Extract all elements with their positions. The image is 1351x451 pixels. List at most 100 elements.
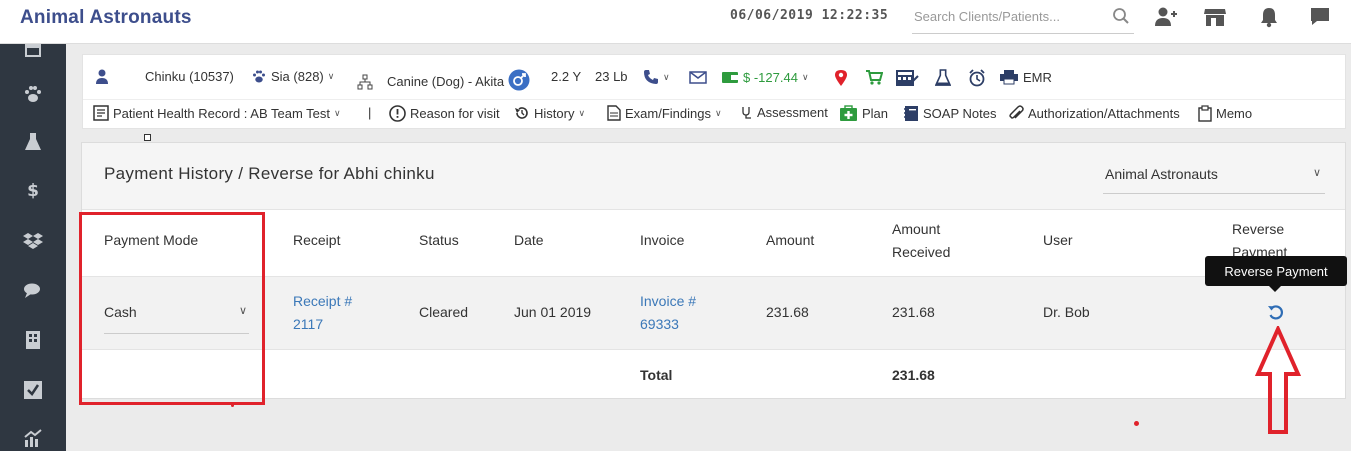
phone-menu[interactable]: ∨ — [643, 69, 670, 85]
patient-summary-row: Chinku (10537) Sia (828) ∨ Canine (Dog) … — [83, 63, 1345, 91]
building-icon[interactable] — [20, 327, 46, 353]
attachments-label: Authorization/Attachments — [1028, 106, 1180, 121]
divider — [82, 349, 1345, 350]
bell-icon[interactable] — [1256, 4, 1282, 30]
species-label: Canine (Dog) - Akita — [387, 74, 505, 89]
col-amount-received-line2: Received — [892, 244, 951, 260]
account-balance: $ -127.44 — [743, 69, 798, 85]
nav-separator: | — [368, 105, 372, 120]
reason-label: Reason for visit — [410, 106, 500, 121]
invoice-link-line1: Invoice # — [640, 293, 697, 309]
pet-weight: 23 Lb — [595, 69, 628, 84]
history-menu[interactable]: History ∨ — [514, 105, 585, 121]
cart-icon[interactable] — [865, 69, 883, 85]
status-cell: Cleared — [419, 304, 469, 320]
total-value: 231.68 — [892, 367, 935, 383]
soap-notes-button[interactable]: SOAP Notes — [903, 105, 996, 122]
phr-selector[interactable]: Patient Health Record : AB Team Test ∨ — [93, 105, 341, 121]
exam-label: Exam/Findings — [625, 105, 711, 121]
user-cell: Dr. Bob — [1043, 304, 1090, 320]
receipt-link-line1: Receipt # — [293, 293, 353, 309]
invoice-link-line2: 69333 — [640, 316, 679, 332]
medkit-icon — [840, 105, 857, 121]
memo-button[interactable]: Memo — [1198, 105, 1252, 122]
paw-icon[interactable] — [20, 81, 46, 107]
receipt-link[interactable]: Receipt # 2117 — [293, 290, 352, 336]
phr-label: Patient Health Record : AB Team Test — [113, 105, 331, 121]
search-box — [912, 2, 1134, 34]
comments-icon[interactable] — [20, 278, 46, 304]
chevron-down-icon: ∨ — [663, 71, 670, 82]
chevron-down-icon: ∨ — [714, 107, 722, 118]
info-circle-icon — [389, 105, 406, 122]
email-icon[interactable] — [689, 69, 707, 85]
col-invoice: Invoice — [640, 232, 685, 248]
add-user-icon[interactable] — [1153, 4, 1179, 30]
stethoscope-icon — [742, 106, 751, 119]
payment-history-panel: Payment History / Reverse for Abhi chink… — [81, 142, 1346, 399]
chart-icon[interactable] — [20, 425, 46, 451]
search-input[interactable] — [912, 2, 1102, 30]
col-receipt: Receipt — [293, 232, 341, 248]
lab-flask-icon[interactable] — [935, 69, 951, 87]
sitemap-icon — [357, 74, 373, 89]
left-sidebar: $ — [0, 44, 66, 451]
reverse-payment-tooltip: Reverse Payment — [1205, 256, 1347, 292]
panel-header: Payment History / Reverse for Abhi chink… — [82, 143, 1345, 210]
calendar-icon[interactable] — [20, 36, 46, 62]
species-info: Canine (Dog) - Akita — [357, 69, 530, 94]
paw-icon — [253, 70, 265, 83]
dollar-icon[interactable]: $ — [20, 178, 46, 204]
exam-findings-menu[interactable]: Exam/Findings ∨ — [607, 105, 722, 121]
receipt-link-line2: 2117 — [293, 316, 324, 332]
assessment-button[interactable]: Assessment — [741, 105, 828, 120]
history-label: History — [534, 105, 575, 121]
col-amount: Amount — [766, 232, 815, 248]
chat-icon[interactable] — [1307, 4, 1333, 30]
clipboard-icon — [1198, 105, 1212, 122]
balance-menu[interactable]: $ -127.44 ∨ — [721, 69, 809, 85]
record-nav-row: Patient Health Record : AB Team Test ∨ |… — [83, 99, 1345, 127]
pet-selector[interactable]: Sia (828) ∨ — [251, 69, 334, 84]
highlight-box — [79, 212, 265, 405]
flask-icon[interactable] — [20, 129, 46, 155]
annotation-dot — [1134, 421, 1139, 426]
attachments-button[interactable]: Authorization/Attachments — [1008, 105, 1180, 122]
dropbox-icon[interactable] — [20, 228, 46, 254]
checkbox-icon[interactable] — [20, 377, 46, 403]
clinic-select[interactable]: Animal Astronauts ∨ — [1103, 156, 1325, 194]
memo-label: Memo — [1216, 106, 1253, 121]
chevron-down-icon: ∨ — [1312, 167, 1321, 179]
col-date: Date — [514, 232, 544, 248]
reverse-payment-button[interactable] — [1266, 303, 1286, 323]
search-icon[interactable] — [1112, 7, 1130, 25]
emr-print-button[interactable]: EMR — [999, 69, 1052, 85]
amount-cell: 231.68 — [766, 304, 809, 320]
app-title[interactable]: Animal Astronauts — [20, 7, 192, 29]
reason-for-visit-button[interactable]: Reason for visit — [389, 105, 500, 122]
up-arrow-annotation — [1254, 326, 1302, 434]
invoice-link[interactable]: Invoice # 69333 — [640, 290, 696, 336]
table-row — [82, 277, 1345, 349]
assessment-label: Assessment — [757, 105, 828, 120]
plan-label: Plan — [862, 106, 889, 121]
alarm-clock-icon[interactable] — [968, 69, 986, 87]
annotation-dot — [231, 404, 234, 407]
resize-handle[interactable] — [144, 134, 151, 141]
location-icon[interactable] — [834, 69, 848, 87]
chevron-down-icon: ∨ — [327, 71, 335, 81]
total-label: Total — [640, 367, 673, 383]
plan-button[interactable]: Plan — [839, 105, 888, 122]
wallet-icon — [722, 72, 738, 83]
col-reverse-line1: Reverse — [1232, 221, 1285, 237]
record-icon — [93, 105, 109, 121]
col-user: User — [1043, 232, 1073, 248]
client-name[interactable]: Chinku (10537) — [145, 69, 234, 84]
store-icon[interactable] — [1202, 4, 1228, 30]
phone-icon — [644, 70, 658, 84]
notebook-icon — [904, 106, 918, 121]
calculator-icon[interactable] — [895, 69, 919, 87]
top-bar: Animal Astronauts 06/06/2019 12:22:35 — [0, 0, 1351, 44]
soap-label: SOAP Notes — [923, 106, 997, 121]
chevron-down-icon: ∨ — [801, 71, 809, 82]
